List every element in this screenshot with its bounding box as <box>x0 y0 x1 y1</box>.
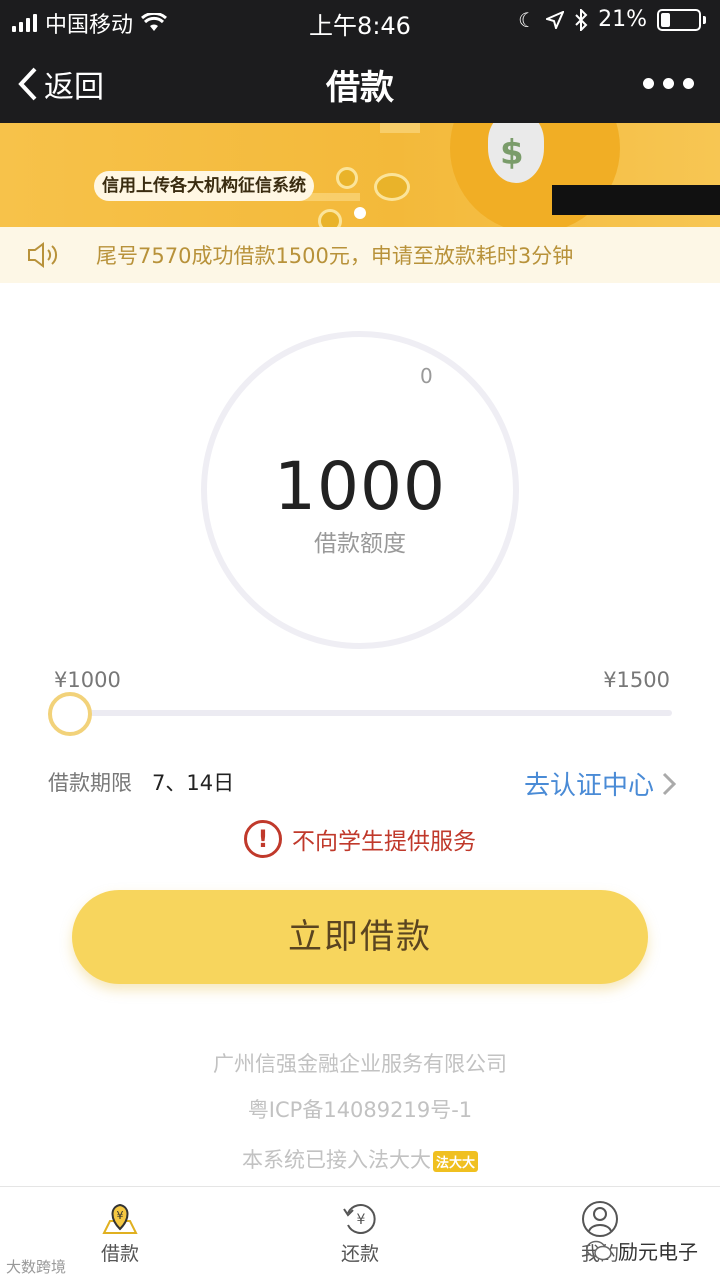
dot-icon <box>683 78 694 89</box>
svg-text:¥: ¥ <box>117 1209 124 1222</box>
moon-icon: ☾ <box>518 7 537 32</box>
tab-profile[interactable]: 我的 <box>530 1187 670 1282</box>
battery-percent: 21% <box>598 7 647 32</box>
redaction-bar <box>552 185 720 215</box>
exclamation-icon: ! <box>244 820 282 858</box>
dot-icon <box>663 78 674 89</box>
icp-number: 粤ICP备14089219号-1 <box>247 1098 473 1122</box>
student-warning-text: 不向学生提供服务 <box>292 829 476 855</box>
tab-repay[interactable]: ¥ 还款 <box>290 1187 430 1282</box>
amount-slider-thumb[interactable] <box>48 692 92 736</box>
loan-amount-label: 借款额度 <box>314 531 406 557</box>
coin-icon <box>374 173 410 201</box>
verification-center-label: 去认证中心 <box>523 771 654 801</box>
company-name: 广州信强金融企业服务有限公司 <box>213 1052 507 1076</box>
gauge-zero-label: 0 <box>420 364 433 388</box>
battery-tip <box>703 15 706 24</box>
dollar-icon: $ <box>500 133 524 173</box>
tab-repay-label: 还款 <box>340 1243 379 1265</box>
loan-amount: 1000 <box>274 448 446 525</box>
fadada-logo: 法大大 <box>432 1150 478 1172</box>
nav-bar: 返回 借款 <box>0 40 720 123</box>
more-menu-button[interactable] <box>643 78 694 89</box>
loan-icon: ¥ <box>102 1203 138 1234</box>
status-right: ☾ 21% <box>518 7 706 32</box>
bluetooth-icon <box>575 8 588 31</box>
profile-icon <box>582 1201 618 1237</box>
status-bar: 中国移动 上午8:46 ☾ 21% <box>0 0 720 40</box>
slider-min-label: ¥1000 <box>54 668 121 692</box>
carousel-indicator <box>354 207 366 219</box>
verification-center-link[interactable]: 去认证中心 <box>524 765 676 802</box>
coin-icon <box>318 209 342 227</box>
tab-bar: ¥ 借款 ¥ 还款 我的 <box>0 1186 720 1281</box>
student-warning: ! 不向学生提供服务 <box>0 820 720 858</box>
announcement-text: 尾号7570成功借款1500元，申请至放款耗时3分钟 <box>96 244 574 268</box>
borrow-now-button[interactable]: 立即借款 <box>72 890 648 984</box>
chevron-right-icon <box>662 772 676 795</box>
system-notice: 本系统已接入法大大 法大大 <box>0 1144 720 1174</box>
speaker-icon <box>28 242 58 268</box>
battery-icon <box>657 8 701 31</box>
tab-loan[interactable]: ¥ 借款 <box>50 1187 190 1282</box>
dot-icon <box>643 78 654 89</box>
watermark-left: 大数跨境 <box>6 1258 67 1276</box>
location-icon <box>546 10 565 29</box>
slider-max-label: ¥1500 <box>603 668 670 692</box>
repay-icon: ¥ <box>343 1204 376 1234</box>
watermark-right-text: 励元电子 <box>618 1240 698 1264</box>
system-notice-text: 本系统已接入法大大 <box>241 1148 431 1172</box>
promo-banner[interactable]: $ 信用上传各大机构征信系统 <box>0 123 720 227</box>
loan-term-value: 7、14日 <box>152 771 235 795</box>
announcement-bar: 尾号7570成功借款1500元，申请至放款耗时3分钟 <box>0 227 720 283</box>
wechat-icon <box>586 1240 612 1260</box>
coin-icon <box>336 167 358 189</box>
svg-text:¥: ¥ <box>357 1212 366 1228</box>
page-title: 借款 <box>326 68 394 108</box>
loan-term-label: 借款期限 <box>48 771 132 795</box>
tab-loan-label: 借款 <box>100 1243 139 1265</box>
watermark-right: 励元电子 <box>586 1236 698 1265</box>
banner-text: 信用上传各大机构征信系统 <box>94 171 314 201</box>
amount-slider-track[interactable] <box>70 710 672 716</box>
